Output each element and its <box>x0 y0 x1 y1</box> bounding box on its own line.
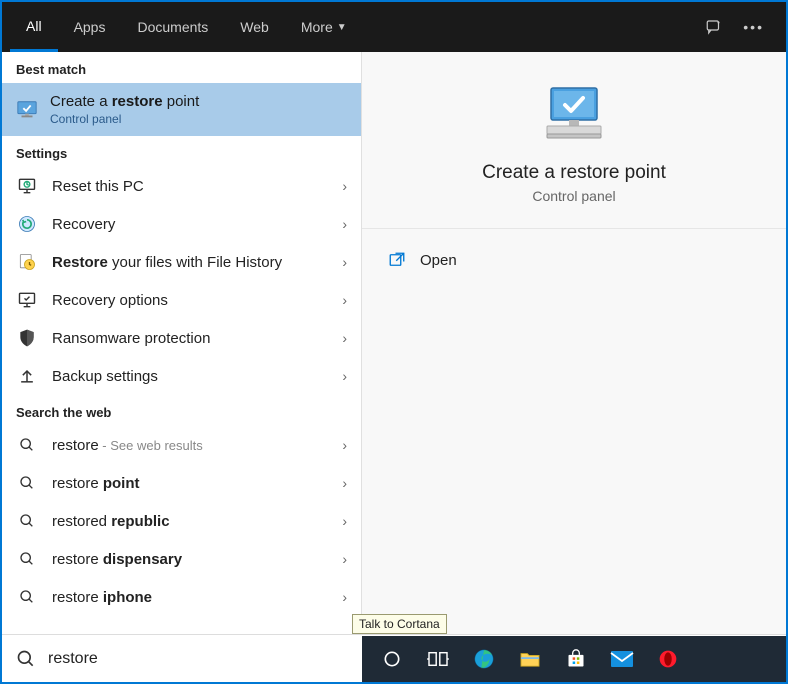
chevron-right-icon: › <box>342 513 347 529</box>
taskbar-explorer[interactable] <box>508 636 552 682</box>
action-open[interactable]: Open <box>386 245 762 275</box>
settings-reset-pc[interactable]: Reset this PC › <box>2 167 361 205</box>
settings-recovery[interactable]: Recovery › <box>2 205 361 243</box>
search-icon <box>16 510 38 532</box>
tab-all[interactable]: All <box>10 2 58 52</box>
body: Best match Create a restore point Contro… <box>2 52 786 634</box>
section-search-web: Search the web <box>2 395 361 426</box>
preview-actions: Open <box>362 229 786 291</box>
tab-more[interactable]: More ▼ <box>285 2 363 52</box>
chevron-right-icon: › <box>342 368 347 384</box>
search-icon <box>16 548 38 570</box>
backup-icon <box>16 365 38 387</box>
preview-header: Create a restore point Control panel <box>362 52 786 229</box>
best-match-item[interactable]: Create a restore point Control panel <box>2 83 361 136</box>
chevron-right-icon: › <box>342 178 347 194</box>
chevron-right-icon: › <box>342 292 347 308</box>
tab-apps[interactable]: Apps <box>58 2 122 52</box>
feedback-icon[interactable] <box>705 18 723 36</box>
taskbar-opera[interactable] <box>646 636 690 682</box>
web-restore-iphone[interactable]: restore iphone › <box>2 578 361 616</box>
preview-pane: Create a restore point Control panel Ope… <box>362 52 786 634</box>
settings-ransomware[interactable]: Ransomware protection › <box>2 319 361 357</box>
action-open-label: Open <box>420 252 457 269</box>
web-restore-dispensary[interactable]: restore dispensary › <box>2 540 361 578</box>
chevron-right-icon: › <box>342 330 347 346</box>
taskbar-edge[interactable] <box>462 636 506 682</box>
recovery-options-icon <box>16 289 38 311</box>
taskbar-mail[interactable] <box>600 636 644 682</box>
tab-documents[interactable]: Documents <box>121 2 224 52</box>
filter-tabbar: All Apps Documents Web More ▼ ••• <box>2 2 786 52</box>
restore-point-icon <box>16 99 38 121</box>
search-icon <box>16 586 38 608</box>
web-restore[interactable]: restore - See web results › <box>2 426 361 464</box>
settings-file-history[interactable]: Restore your files with File History › <box>2 243 361 281</box>
taskbar <box>362 636 786 682</box>
open-icon <box>388 251 406 269</box>
web-restored-republic[interactable]: restored republic › <box>2 502 361 540</box>
chevron-right-icon: › <box>342 475 347 491</box>
section-settings: Settings <box>2 136 361 167</box>
preview-subtitle: Control panel <box>382 188 766 204</box>
search-panel: All Apps Documents Web More ▼ ••• Best m… <box>0 0 788 684</box>
best-match-text: Create a restore point Control panel <box>50 93 199 126</box>
preview-app-icon <box>382 82 766 144</box>
recovery-icon <box>16 213 38 235</box>
taskbar-cortana[interactable] <box>370 636 414 682</box>
settings-backup[interactable]: Backup settings › <box>2 357 361 395</box>
settings-recovery-options[interactable]: Recovery options › <box>2 281 361 319</box>
cortana-tooltip: Talk to Cortana <box>352 614 447 634</box>
tabbar-right: ••• <box>705 18 778 36</box>
search-icon <box>16 434 38 456</box>
web-restore-point[interactable]: restore point › <box>2 464 361 502</box>
more-options-icon[interactable]: ••• <box>743 19 764 35</box>
tab-more-label: More <box>301 19 333 35</box>
taskbar-store[interactable] <box>554 636 598 682</box>
search-icon <box>16 649 36 669</box>
shield-icon <box>16 327 38 349</box>
taskbar-taskview[interactable] <box>416 636 460 682</box>
results-list: Best match Create a restore point Contro… <box>2 52 362 634</box>
chevron-right-icon: › <box>342 437 347 453</box>
tab-web[interactable]: Web <box>224 2 285 52</box>
chevron-right-icon: › <box>342 216 347 232</box>
file-history-icon <box>16 251 38 273</box>
chevron-right-icon: › <box>342 589 347 605</box>
chevron-right-icon: › <box>342 254 347 270</box>
reset-icon <box>16 175 38 197</box>
search-icon <box>16 472 38 494</box>
chevron-right-icon: › <box>342 551 347 567</box>
chevron-down-icon: ▼ <box>337 22 347 33</box>
preview-title: Create a restore point <box>382 162 766 184</box>
section-best-match: Best match <box>2 52 361 83</box>
